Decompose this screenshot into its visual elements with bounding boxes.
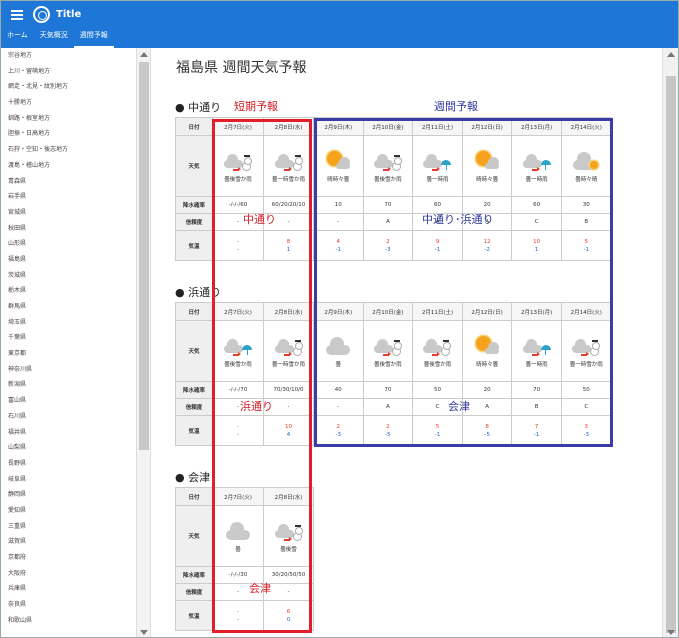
row-header: 降水確率 (175, 381, 213, 399)
app-title: Title (56, 9, 82, 20)
sidebar-item[interactable]: 青森県 (1, 174, 135, 190)
sidebar-item[interactable]: 宗谷地方 (1, 48, 135, 64)
bullet-icon: ● (175, 471, 189, 484)
sidebar-item[interactable]: 釧路・根室地方 (1, 111, 135, 127)
scroll-down-icon[interactable] (140, 630, 148, 635)
sidebar-item[interactable]: 富山県 (1, 393, 135, 409)
sidebar-item[interactable]: 網走・北見・紋別地方 (1, 79, 135, 95)
main-scrollbar[interactable] (662, 48, 678, 637)
sidebar-item[interactable]: 十勝地方 (1, 95, 135, 111)
sidebar-item[interactable]: 福井県 (1, 425, 135, 441)
scroll-up-icon[interactable] (140, 52, 148, 57)
sidebar-item[interactable]: 埼玉県 (1, 315, 135, 331)
sidebar-item[interactable]: 愛知県 (1, 503, 135, 519)
scroll-down-icon[interactable] (667, 630, 675, 635)
row-header: 気温 (175, 415, 213, 446)
scrollbar-thumb[interactable] (139, 62, 149, 450)
sidebar-item[interactable]: 胆振・日高地方 (1, 126, 135, 142)
sidebar-item[interactable]: 茨城県 (1, 268, 135, 284)
row-header: 天気 (175, 505, 213, 567)
hama-annotation-label: 浜通り (240, 400, 273, 413)
bullet-icon: ● (175, 101, 189, 114)
sidebar-item[interactable]: 兵庫県 (1, 581, 135, 597)
row-header: 信頼度 (175, 213, 213, 231)
sidebar-item[interactable]: 新潟県 (1, 377, 135, 393)
tab-weekly[interactable]: 週間予報 (73, 28, 114, 48)
sidebar-item[interactable]: 京都府 (1, 550, 135, 566)
row-header: 天気 (175, 320, 213, 382)
sidebar-item[interactable]: 千葉県 (1, 330, 135, 346)
sidebar-item[interactable]: 石狩・空知・後志地方 (1, 142, 135, 158)
menu-icon[interactable] (11, 9, 23, 20)
scrollbar-thumb[interactable] (666, 76, 676, 633)
sidebar-item[interactable]: 山形県 (1, 236, 135, 252)
row-header: 気温 (175, 600, 213, 631)
tab-home[interactable]: ホーム (1, 28, 34, 48)
sidebar-item[interactable]: 和歌山県 (1, 613, 135, 629)
sidebar-item[interactable]: 上川・留萌地方 (1, 64, 135, 80)
row-header: 気温 (175, 230, 213, 261)
row-header: 天気 (175, 135, 213, 197)
row-header: 降水確率 (175, 566, 213, 584)
logo-icon (33, 6, 50, 23)
row-header: 降水確率 (175, 196, 213, 214)
nav-tabs: ホーム 天気概況 週間予報 (1, 28, 678, 48)
page-title: 福島県 週間天気予報 (176, 60, 307, 76)
app-bar: Title (1, 1, 678, 28)
short-term-annotation-label: 短期予報 (234, 100, 278, 113)
sidebar-item[interactable]: 静岡県 (1, 487, 135, 503)
aizu-weekly-annotation-label: 会津 (448, 400, 470, 413)
row-header: 信頼度 (175, 398, 213, 416)
row-header: 日付 (175, 487, 213, 506)
sidebar-item[interactable]: 神奈川県 (1, 362, 135, 378)
sidebar-item[interactable]: 三重県 (1, 519, 135, 535)
sidebar-item[interactable]: 岐阜県 (1, 472, 135, 488)
sidebar-item[interactable]: 大阪府 (1, 566, 135, 582)
sidebar-item[interactable]: 山梨県 (1, 440, 135, 456)
sidebar-item[interactable]: 岩手県 (1, 189, 135, 205)
sidebar-item[interactable]: 石川県 (1, 409, 135, 425)
row-header: 日付 (175, 117, 213, 136)
row-header: 日付 (175, 302, 213, 321)
sidebar-item[interactable]: 長野県 (1, 456, 135, 472)
sidebar-item[interactable]: 栃木県 (1, 283, 135, 299)
sidebar-item[interactable]: 福島県 (1, 252, 135, 268)
weekly-annotation-label: 週間予報 (434, 100, 478, 113)
sidebar-item[interactable]: 群馬県 (1, 299, 135, 315)
sidebar-item[interactable]: 渡島・檜山地方 (1, 158, 135, 174)
app-window: Title ホーム 天気概況 週間予報 宗谷地方 上川・留萌地方 網走・北見・紋別地… (0, 0, 679, 638)
bullet-icon: ● (175, 286, 189, 299)
sidebar-item[interactable]: 奈良県 (1, 597, 135, 613)
short-term-annotation-box (212, 119, 312, 633)
sidebar-list: 宗谷地方 上川・留萌地方 網走・北見・紋別地方 十勝地方 釧路・根室地方 胆振・日高地方石… (1, 48, 135, 628)
sidebar: 宗谷地方 上川・留萌地方 網走・北見・紋別地方 十勝地方 釧路・根室地方 胆振・日高地方石… (1, 48, 151, 637)
naka-hama-annotation-label: 中通り･浜通り (422, 213, 494, 226)
scroll-up-icon[interactable] (667, 52, 675, 57)
sidebar-item[interactable]: 宮城県 (1, 205, 135, 221)
sidebar-item[interactable]: 滋賀県 (1, 534, 135, 550)
section-name: 中通り (188, 101, 222, 114)
sidebar-item[interactable]: 秋田県 (1, 221, 135, 237)
sidebar-scrollbar[interactable] (136, 48, 150, 637)
aizu-short-annotation-label: 会津 (249, 582, 271, 595)
naka-annotation-label: 中通り (243, 213, 276, 226)
section-name: 会津 (188, 471, 211, 484)
sidebar-item[interactable]: 東京都 (1, 346, 135, 362)
row-header: 信頼度 (175, 583, 213, 601)
tab-overview[interactable]: 天気概況 (34, 28, 74, 48)
